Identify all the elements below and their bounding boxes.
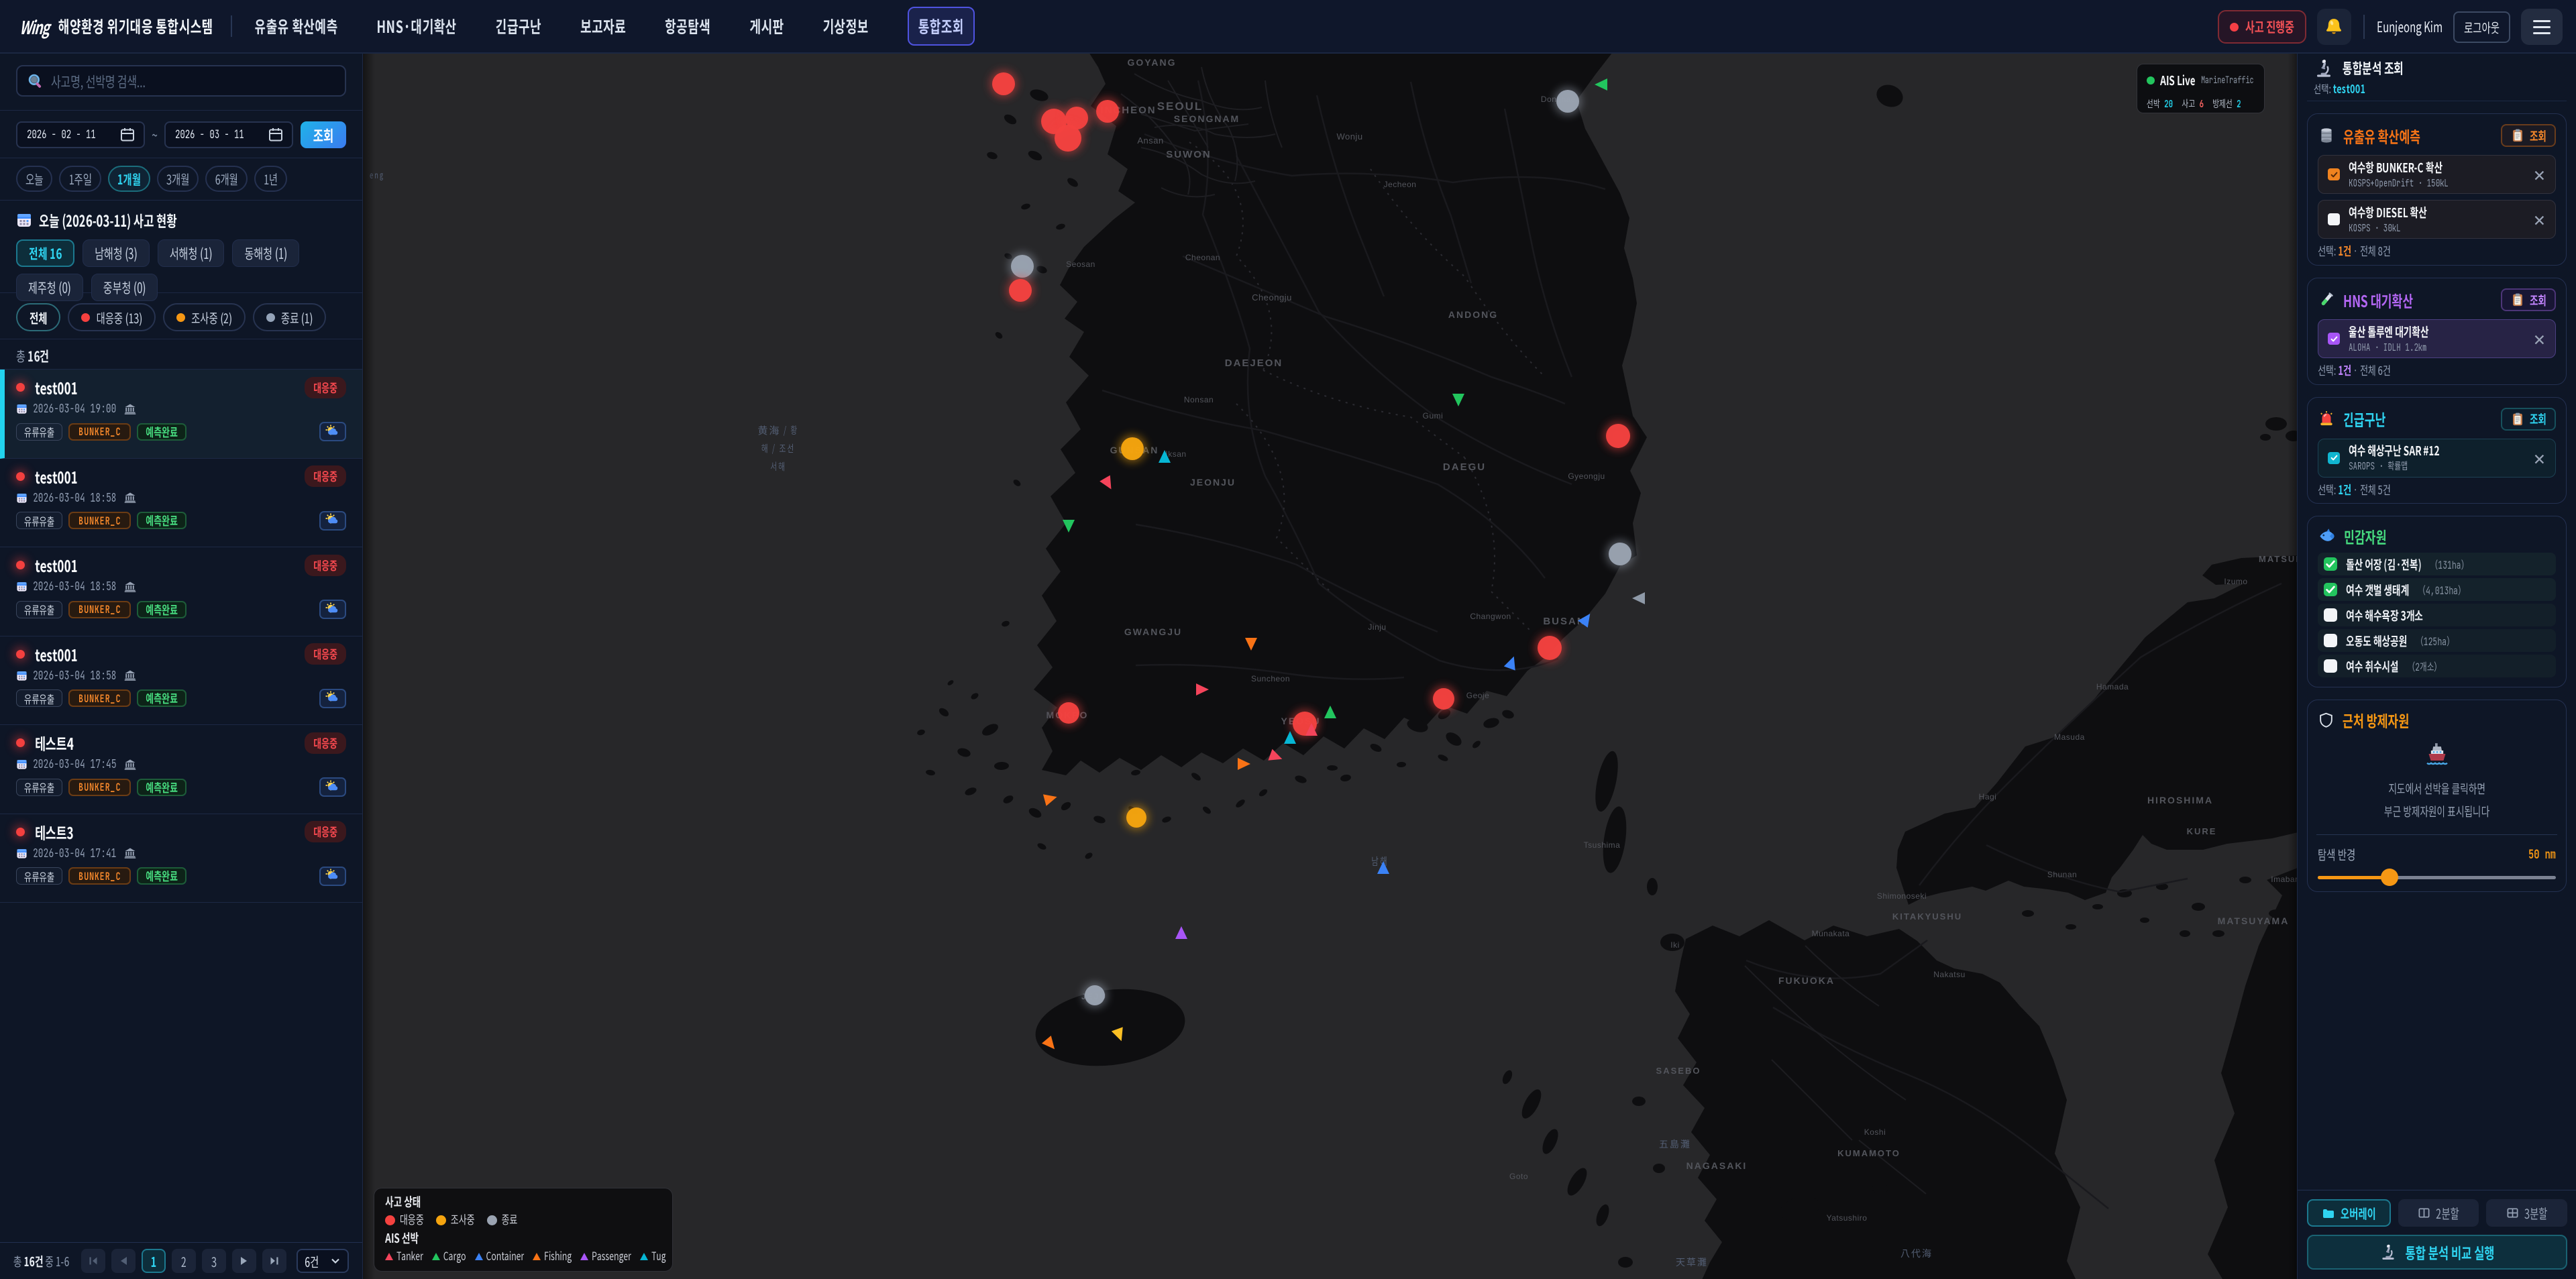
svg-text:五島灘: 五島灘 [1659, 1137, 1691, 1151]
svg-text:八代海: 八代海 [1900, 1247, 1933, 1260]
svg-text:Masuda: Masuda [2054, 732, 2085, 742]
svg-text:MATSUYAMA: MATSUYAMA [2218, 915, 2290, 926]
svg-text:Cheonan: Cheonan [1185, 253, 1220, 262]
svg-text:DAEJEON: DAEJEON [1225, 357, 1283, 369]
svg-text:DAEGU: DAEGU [1443, 461, 1486, 473]
svg-text:GWANGJU: GWANGJU [1124, 626, 1182, 637]
svg-text:Izumo: Izumo [2224, 577, 2247, 586]
svg-text:Cheongju: Cheongju [1252, 292, 1292, 302]
svg-text:Iksan: Iksan [1165, 449, 1186, 459]
svg-text:GOYANG: GOYANG [1128, 57, 1177, 68]
svg-text:Nonsan: Nonsan [1184, 395, 1214, 404]
svg-text:Hagi: Hagi [1979, 792, 1997, 801]
svg-text:Koshi: Koshi [1864, 1127, 1886, 1137]
svg-text:NAGASAKI: NAGASAKI [1686, 1160, 1748, 1171]
svg-text:JEONJU: JEONJU [1190, 477, 1236, 488]
svg-text:Tsushima: Tsushima [1584, 840, 1621, 850]
svg-text:Ansan: Ansan [1137, 135, 1163, 146]
svg-text:Seosan: Seosan [1066, 260, 1095, 269]
svg-text:서해: 서해 [770, 459, 786, 474]
svg-text:해 / 조선: 해 / 조선 [761, 441, 796, 455]
svg-text:SUWON: SUWON [1166, 149, 1212, 160]
svg-text:Jinju: Jinju [1368, 622, 1386, 632]
svg-text:Geoje: Geoje [1466, 691, 1490, 700]
svg-text:黄海 / 황: 黄海 / 황 [758, 423, 799, 437]
svg-text:Wonju: Wonju [1336, 131, 1362, 142]
svg-text:SEONGNAM: SEONGNAM [1174, 113, 1240, 124]
svg-text:Munakata: Munakata [1812, 929, 1850, 938]
svg-text:SASEBO: SASEBO [1656, 1066, 1701, 1076]
svg-text:KUMAMOTO: KUMAMOTO [1837, 1148, 1900, 1158]
svg-text:天草灘: 天草灘 [1676, 1256, 1708, 1269]
svg-text:Goto: Goto [1509, 1172, 1528, 1181]
svg-text:Iki: Iki [1670, 940, 1680, 950]
svg-text:FUKUOKA: FUKUOKA [1778, 975, 1835, 986]
svg-text:Yatsushiro: Yatsushiro [1827, 1213, 1868, 1223]
svg-text:Suncheon: Suncheon [1251, 674, 1290, 683]
svg-text:Gumi: Gumi [1423, 411, 1444, 421]
svg-text:Shunan: Shunan [2047, 870, 2077, 879]
svg-text:Hamada: Hamada [2096, 682, 2129, 691]
svg-text:Gyeongju: Gyeongju [1568, 471, 1605, 481]
svg-text:SEOUL: SEOUL [1157, 100, 1203, 113]
svg-text:Jecheon: Jecheon [1384, 180, 1417, 189]
svg-text:Nakatsu: Nakatsu [1933, 970, 1966, 979]
svg-text:ANDONG: ANDONG [1448, 309, 1498, 320]
svg-text:HIROSHIMA: HIROSHIMA [2147, 795, 2213, 805]
svg-text:Shimonoseki: Shimonoseki [1877, 891, 1927, 901]
svg-text:남해: 남해 [1371, 852, 1388, 869]
svg-text:KITAKYUSHU: KITAKYUSHU [1892, 911, 1962, 922]
svg-text:Changwon: Changwon [1470, 612, 1511, 621]
svg-text:KURE: KURE [2187, 826, 2217, 836]
